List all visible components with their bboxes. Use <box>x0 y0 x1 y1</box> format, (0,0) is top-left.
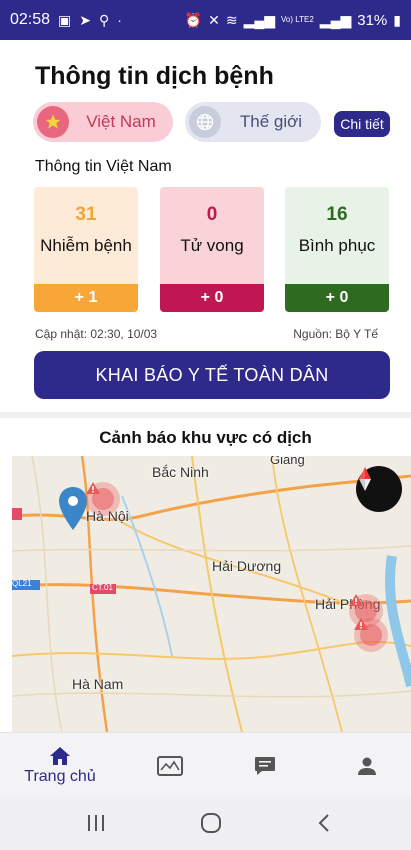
bottom-nav: Trang chủ <box>0 732 411 798</box>
battery-icon: ▮ <box>393 12 401 28</box>
battery-percent: 31% <box>357 11 388 29</box>
city-hai-duong: Hải Dương <box>212 558 282 574</box>
city-giang: Giang <box>270 456 305 467</box>
warning-marker-hai-phong-2[interactable] <box>354 618 388 652</box>
home-circle-icon <box>201 813 221 833</box>
infected-delta: + 1 <box>34 284 138 312</box>
star-icon <box>37 106 69 138</box>
health-declaration-button[interactable]: KHAI BÁO Y TẾ TOÀN DÂN <box>34 351 390 399</box>
map-title: Cảnh báo khu vực có dịch <box>99 428 312 447</box>
back-button[interactable] <box>312 809 336 837</box>
nav-home-label: Trang chủ <box>24 767 96 785</box>
recovered-label: Bình phục <box>298 236 376 255</box>
infected-label: Nhiễm bệnh <box>40 236 132 255</box>
data-source: Nguồn: Bộ Y Tế <box>293 327 378 341</box>
gallery-notification-icon: ▣ <box>58 12 72 28</box>
status-bar-left: 02:58 ▣ ➤ ⚲ · <box>10 11 122 29</box>
signal-icon: ▂▄▆ <box>243 12 276 28</box>
status-time: 02:58 <box>10 11 51 28</box>
nav-chat[interactable] <box>240 733 290 798</box>
telegram-notification-icon: ➤ <box>79 12 92 28</box>
road-label-ql21: QL21 <box>12 579 32 588</box>
warning-icon <box>354 618 368 630</box>
compass-icon <box>359 467 371 491</box>
section-divider <box>0 412 411 418</box>
network-label: Vo) LTE2 <box>281 15 314 24</box>
usb-notification-icon: ⚲ <box>99 12 110 28</box>
city-bac-ninh: Bắc Ninh <box>152 464 209 480</box>
nav-news[interactable] <box>145 733 195 798</box>
home-icon <box>50 746 70 765</box>
warning-icon <box>349 594 363 606</box>
deaths-label: Tử vong <box>180 236 244 255</box>
compass-button[interactable] <box>356 466 402 512</box>
update-time: Cập nhật: 02:30, 10/03 <box>35 327 158 341</box>
stat-card-deaths[interactable]: 0 Tử vong + 0 <box>160 187 264 312</box>
stat-card-infected[interactable]: 31 Nhiễm bệnh + 1 <box>34 187 138 312</box>
recent-apps-icon <box>88 815 104 831</box>
warning-icon <box>86 482 100 494</box>
page-title: Thông tin dịch bệnh <box>35 62 274 90</box>
road-label-ct01: CT.01 <box>92 583 113 592</box>
location-pin-icon[interactable] <box>57 486 89 532</box>
deaths-delta: + 0 <box>160 284 264 312</box>
recovered-delta: + 0 <box>285 284 389 312</box>
tab-world-label: Thế giới <box>239 112 303 131</box>
detail-button[interactable]: Chi tiết <box>334 111 390 137</box>
tab-world[interactable]: Thế giới <box>185 102 321 142</box>
globe-icon <box>189 106 221 138</box>
mute-icon: ✕ <box>208 12 220 28</box>
profile-icon <box>358 757 376 775</box>
status-bar: 02:58 ▣ ➤ ⚲ · ⏰ ✕ ≋ ▂▄▆ Vo) LTE2 ▂▄▆ 31%… <box>0 0 411 40</box>
alarm-icon: ⏰ <box>184 12 203 28</box>
city-ha-nam: Hà Nam <box>72 676 124 692</box>
wifi-icon: ≋ <box>225 12 238 28</box>
warning-marker-ha-noi[interactable] <box>86 482 120 516</box>
recent-apps-button[interactable] <box>84 809 108 837</box>
infected-count: 31 <box>75 204 97 225</box>
system-nav-bar <box>0 797 411 850</box>
nav-home[interactable]: Trang chủ <box>20 733 100 798</box>
news-icon <box>157 755 183 776</box>
signal-2-icon: ▂▄▆ <box>319 12 352 28</box>
recovered-count: 16 <box>326 204 348 225</box>
tab-vietnam-label: Việt Nam <box>86 112 156 131</box>
dot-notification-icon: · <box>117 12 122 28</box>
back-chevron-icon <box>318 814 329 832</box>
tab-vietnam[interactable]: Việt Nam <box>33 102 173 142</box>
chat-icon <box>255 756 275 775</box>
deaths-count: 0 <box>206 204 218 225</box>
epidemic-map[interactable]: QL21 CT.01 Bắc Ninh Giang Hà Nội Hải Dươ… <box>12 456 411 732</box>
nav-profile[interactable] <box>342 733 392 798</box>
stat-card-recovered[interactable]: 16 Bình phục + 0 <box>285 187 389 312</box>
status-bar-right: ⏰ ✕ ≋ ▂▄▆ Vo) LTE2 ▂▄▆ 31% ▮ <box>185 12 401 29</box>
section-title: Thông tin Việt Nam <box>35 158 172 175</box>
home-system-button[interactable] <box>198 809 224 837</box>
